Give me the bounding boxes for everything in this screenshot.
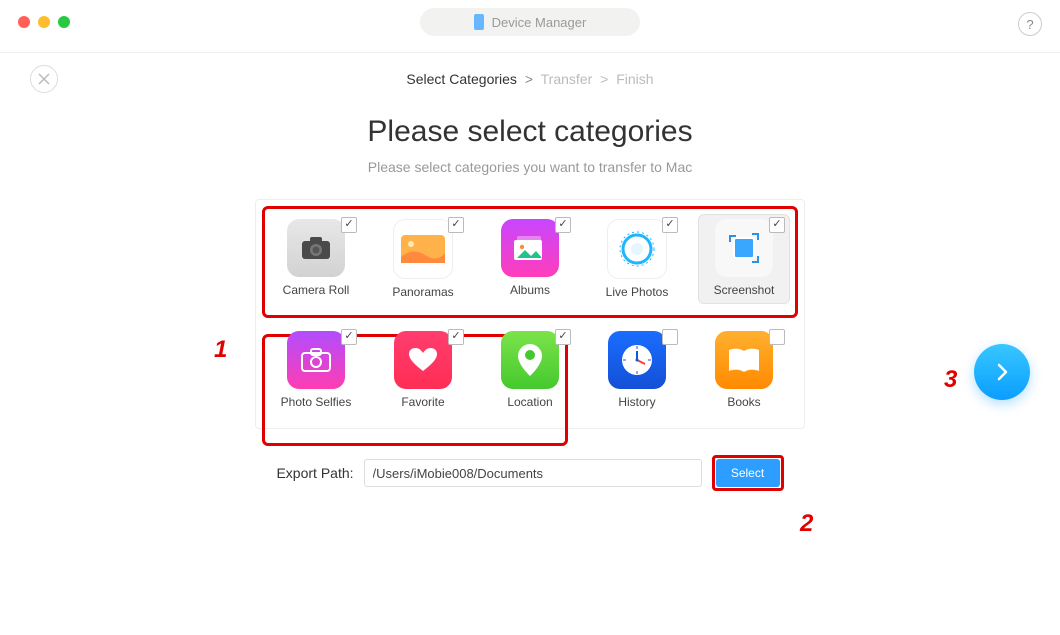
albums-icon	[501, 219, 559, 277]
checkbox-icon: ✓	[448, 329, 464, 345]
category-favorite[interactable]: ✓ Favorite	[377, 326, 469, 414]
selfies-icon	[287, 331, 345, 389]
history-icon	[608, 331, 666, 389]
chevron-right-icon	[992, 362, 1012, 382]
category-live-photos[interactable]: ✓ Live Photos	[591, 214, 683, 304]
proceed-button[interactable]	[974, 344, 1030, 400]
live-photos-icon	[607, 219, 667, 279]
category-label: Favorite	[382, 395, 464, 409]
window-close-dot[interactable]	[18, 16, 30, 28]
category-label: Photo Selfies	[275, 395, 357, 409]
annotation-number-2: 2	[800, 510, 813, 538]
select-path-button[interactable]: Select	[716, 459, 780, 487]
category-history[interactable]: History	[591, 326, 683, 414]
phone-icon	[474, 14, 484, 30]
category-books[interactable]: Books	[698, 326, 790, 414]
checkbox-icon: ✓	[555, 329, 571, 345]
checkbox-icon: ✓	[555, 217, 571, 233]
category-photo-selfies[interactable]: ✓ Photo Selfies	[270, 326, 362, 414]
category-label: Location	[489, 395, 571, 409]
breadcrumb-step-3: Finish	[616, 71, 653, 87]
screenshot-icon	[715, 219, 773, 277]
favorite-icon	[394, 331, 452, 389]
camera-icon	[287, 219, 345, 277]
checkbox-icon: ✓	[341, 217, 357, 233]
category-label: History	[596, 395, 678, 409]
category-label: Live Photos	[596, 285, 678, 299]
help-button[interactable]: ?	[1018, 12, 1042, 36]
category-label: Camera Roll	[275, 283, 357, 297]
category-albums[interactable]: ✓ Albums	[484, 214, 576, 304]
checkbox-icon: ✓	[448, 217, 464, 233]
device-manager-pill[interactable]: Device Manager	[420, 8, 640, 36]
window-zoom-dot[interactable]	[58, 16, 70, 28]
category-screenshot[interactable]: ✓ Screenshot	[698, 214, 790, 304]
annotation-number-1: 1	[214, 336, 227, 364]
export-path-label: Export Path:	[276, 465, 353, 481]
device-manager-label: Device Manager	[492, 15, 587, 30]
checkbox-icon: ✓	[662, 217, 678, 233]
page-subtitle: Please select categories you want to tra…	[0, 159, 1060, 175]
close-button[interactable]	[30, 65, 58, 93]
checkbox-icon	[662, 329, 678, 345]
category-label: Screenshot	[703, 283, 785, 297]
breadcrumb-step-1: Select Categories	[406, 71, 517, 87]
books-icon	[715, 331, 773, 389]
category-panoramas[interactable]: ✓ Panoramas	[377, 214, 469, 304]
categories-panel: ✓ Camera Roll ✓ Panoramas ✓ Albums ✓ Liv…	[255, 199, 805, 429]
export-path-input[interactable]	[364, 459, 702, 487]
checkbox-icon: ✓	[341, 329, 357, 345]
category-label: Books	[703, 395, 785, 409]
breadcrumb: Select Categories > Transfer > Finish	[406, 71, 653, 87]
annotation-number-3: 3	[944, 366, 957, 394]
location-icon	[501, 331, 559, 389]
annotation-box-2: Select	[712, 455, 784, 491]
category-label: Panoramas	[382, 285, 464, 299]
checkbox-icon: ✓	[769, 217, 785, 233]
category-camera-roll[interactable]: ✓ Camera Roll	[270, 214, 362, 304]
category-label: Albums	[489, 283, 571, 297]
page-title: Please select categories	[0, 115, 1060, 149]
breadcrumb-step-2: Transfer	[541, 71, 593, 87]
category-location[interactable]: ✓ Location	[484, 326, 576, 414]
window-minimize-dot[interactable]	[38, 16, 50, 28]
panorama-icon	[393, 219, 453, 279]
checkbox-icon	[769, 329, 785, 345]
